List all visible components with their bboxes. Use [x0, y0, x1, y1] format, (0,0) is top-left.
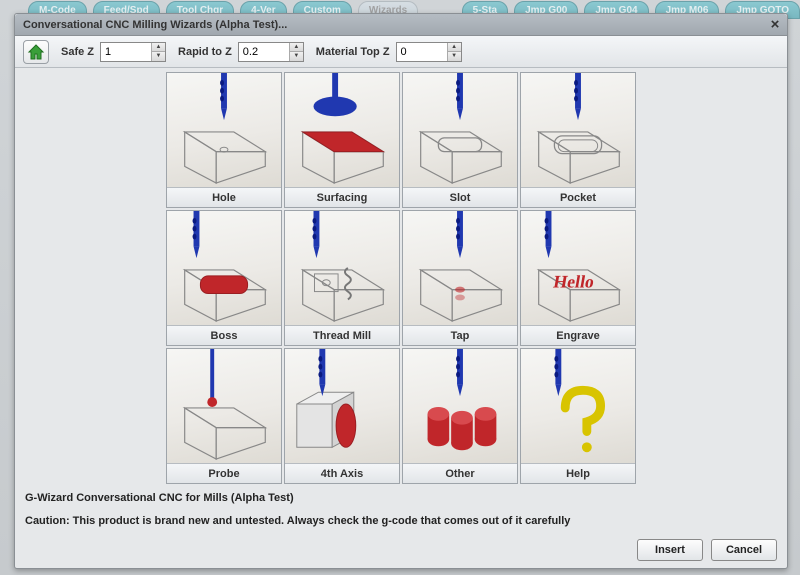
titlebar: Conversational CNC Milling Wizards (Alph…: [15, 14, 787, 36]
wizard-hole[interactable]: Hole: [166, 72, 282, 208]
wizard-dialog: Conversational CNC Milling Wizards (Alph…: [14, 13, 788, 569]
wizard-thumbnail: [167, 349, 281, 463]
hint-text: G-Wizard Conversational CNC for Mills (A…: [15, 484, 787, 532]
wizard-label: Slot: [403, 187, 517, 207]
wizard-label: Other: [403, 463, 517, 483]
wizard-label: Pocket: [521, 187, 635, 207]
hint-line2: Caution: This product is brand new and u…: [25, 513, 777, 530]
wizard-thumbnail: [403, 349, 517, 463]
wizard-pocket[interactable]: Pocket: [520, 72, 636, 208]
cancel-button[interactable]: Cancel: [711, 539, 777, 561]
wizard-thumbnail: [521, 349, 635, 463]
wizard-thumbnail: [285, 211, 399, 325]
svg-text:Hello: Hello: [552, 272, 596, 292]
wizard-4th-axis[interactable]: 4th Axis: [284, 348, 400, 484]
wizard-other[interactable]: Other: [402, 348, 518, 484]
rapid-z-spinner[interactable]: ▲▼: [238, 42, 304, 62]
safe-z-up[interactable]: ▲: [152, 43, 165, 53]
wizard-engrave[interactable]: Hello Engrave: [520, 210, 636, 346]
wizard-label: Tap: [403, 325, 517, 345]
close-icon[interactable]: ×: [767, 17, 783, 33]
wizard-thumbnail: [285, 349, 399, 463]
wizard-thread-mill[interactable]: Thread Mill: [284, 210, 400, 346]
wizard-thumbnail: [521, 73, 635, 187]
toolbar: Safe Z ▲▼ Rapid to Z ▲▼ Material Top Z ▲…: [15, 36, 787, 68]
safe-z-label: Safe Z: [61, 46, 94, 58]
wizard-thumbnail: [403, 211, 517, 325]
wizard-label: Boss: [167, 325, 281, 345]
wizard-slot[interactable]: Slot: [402, 72, 518, 208]
wizard-label: Engrave: [521, 325, 635, 345]
wizard-label: 4th Axis: [285, 463, 399, 483]
wizard-thumbnail: [167, 211, 281, 325]
safe-z-input[interactable]: [101, 43, 151, 61]
wizard-label: Hole: [167, 187, 281, 207]
wizard-probe[interactable]: Probe: [166, 348, 282, 484]
home-button[interactable]: [23, 40, 49, 64]
wizard-thumbnail: Hello: [521, 211, 635, 325]
wizard-label: Probe: [167, 463, 281, 483]
content: HoleSurfacingSlotPocket BossThread MillTa…: [15, 68, 787, 532]
dialog-title: Conversational CNC Milling Wizards (Alph…: [23, 19, 767, 31]
wizard-help[interactable]: Help: [520, 348, 636, 484]
rapid-z-up[interactable]: ▲: [290, 43, 303, 53]
wizard-boss[interactable]: Boss: [166, 210, 282, 346]
material-top-z-input[interactable]: [397, 43, 447, 61]
safe-z-spinner[interactable]: ▲▼: [100, 42, 166, 62]
material-top-z-down[interactable]: ▼: [448, 52, 461, 61]
rapid-z-down[interactable]: ▼: [290, 52, 303, 61]
wizard-label: Surfacing: [285, 187, 399, 207]
wizard-thumbnail: [403, 73, 517, 187]
home-icon: [27, 44, 45, 60]
wizard-label: Help: [521, 463, 635, 483]
material-top-z-spinner[interactable]: ▲▼: [396, 42, 462, 62]
wizard-label: Thread Mill: [285, 325, 399, 345]
wizard-grid: HoleSurfacingSlotPocket BossThread MillTa…: [166, 72, 636, 484]
wizard-surfacing[interactable]: Surfacing: [284, 72, 400, 208]
rapid-z-input[interactable]: [239, 43, 289, 61]
insert-button[interactable]: Insert: [637, 539, 703, 561]
wizard-thumbnail: [285, 73, 399, 187]
wizard-thumbnail: [167, 73, 281, 187]
rapid-z-label: Rapid to Z: [178, 46, 232, 58]
safe-z-down[interactable]: ▼: [152, 52, 165, 61]
material-top-z-label: Material Top Z: [316, 46, 390, 58]
hint-line1: G-Wizard Conversational CNC for Mills (A…: [25, 490, 777, 507]
footer: Insert Cancel: [15, 532, 787, 568]
material-top-z-up[interactable]: ▲: [448, 43, 461, 53]
wizard-tap[interactable]: Tap: [402, 210, 518, 346]
